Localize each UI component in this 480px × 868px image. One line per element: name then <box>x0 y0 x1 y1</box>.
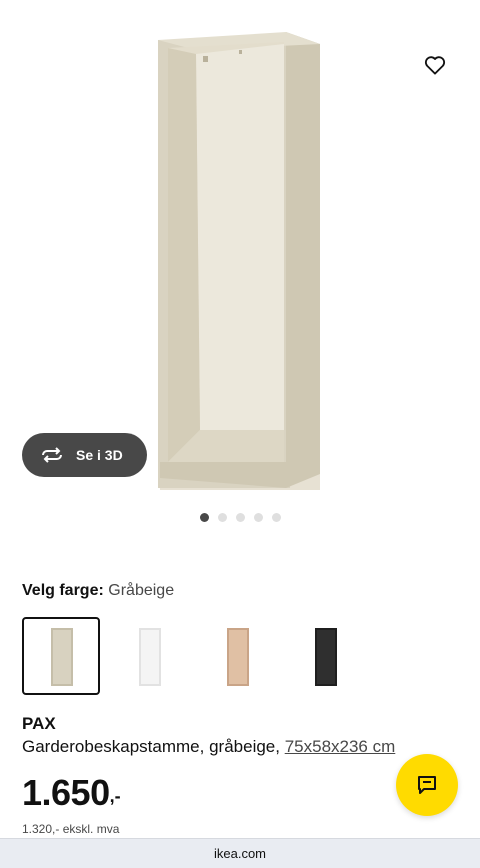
color-selector-label: Velg farge: Gråbeige <box>22 582 174 600</box>
chat-icon <box>418 776 436 794</box>
color-label-key: Velg farge: <box>22 582 104 599</box>
swatch-thumbnail <box>315 628 337 686</box>
price-ex-vat: 1.320,- ekskl. mva <box>22 822 120 836</box>
color-label-value: Gråbeige <box>108 582 175 599</box>
carousel-dot[interactable] <box>253 513 263 522</box>
carousel-dot[interactable] <box>199 513 209 522</box>
color-swatches <box>22 617 364 695</box>
view-3d-button[interactable]: Se i 3D <box>22 433 147 477</box>
carousel-dot[interactable] <box>271 513 281 522</box>
favorite-button[interactable] <box>415 45 455 85</box>
product-gallery[interactable]: Se i 3D <box>0 0 480 540</box>
browser-url: ikea.com <box>213 846 267 861</box>
swatch-white[interactable] <box>110 617 188 695</box>
view-3d-label: Se i 3D <box>76 447 123 463</box>
browser-url-bar[interactable]: ikea.com <box>0 838 480 868</box>
swatch-thumbnail <box>51 628 73 686</box>
chat-button[interactable] <box>396 754 458 816</box>
carousel-dot[interactable] <box>217 513 227 522</box>
swatch-oak[interactable] <box>198 617 276 695</box>
product-type: Garderobeskapstamme, gråbeige, <box>22 737 285 756</box>
carousel-dots <box>0 513 480 522</box>
product-image[interactable] <box>0 0 480 505</box>
swatch-thumbnail <box>227 628 249 686</box>
price-decimal: ,- <box>109 786 121 806</box>
heart-icon <box>424 56 446 75</box>
price-integer: 1.650 <box>22 772 110 813</box>
product-name: PAX <box>22 714 56 733</box>
product-price: 1.650 ,- <box>22 772 121 814</box>
rotate-3d-icon <box>40 445 66 465</box>
carousel-dot[interactable] <box>235 513 245 522</box>
swatch-blackbrown[interactable] <box>286 617 364 695</box>
product-description: Garderobeskapstamme, gråbeige, 75x58x236… <box>22 737 395 757</box>
swatch-thumbnail <box>139 628 161 686</box>
product-dimensions-link[interactable]: 75x58x236 cm <box>285 737 396 756</box>
swatch-grabeige[interactable] <box>22 617 100 695</box>
